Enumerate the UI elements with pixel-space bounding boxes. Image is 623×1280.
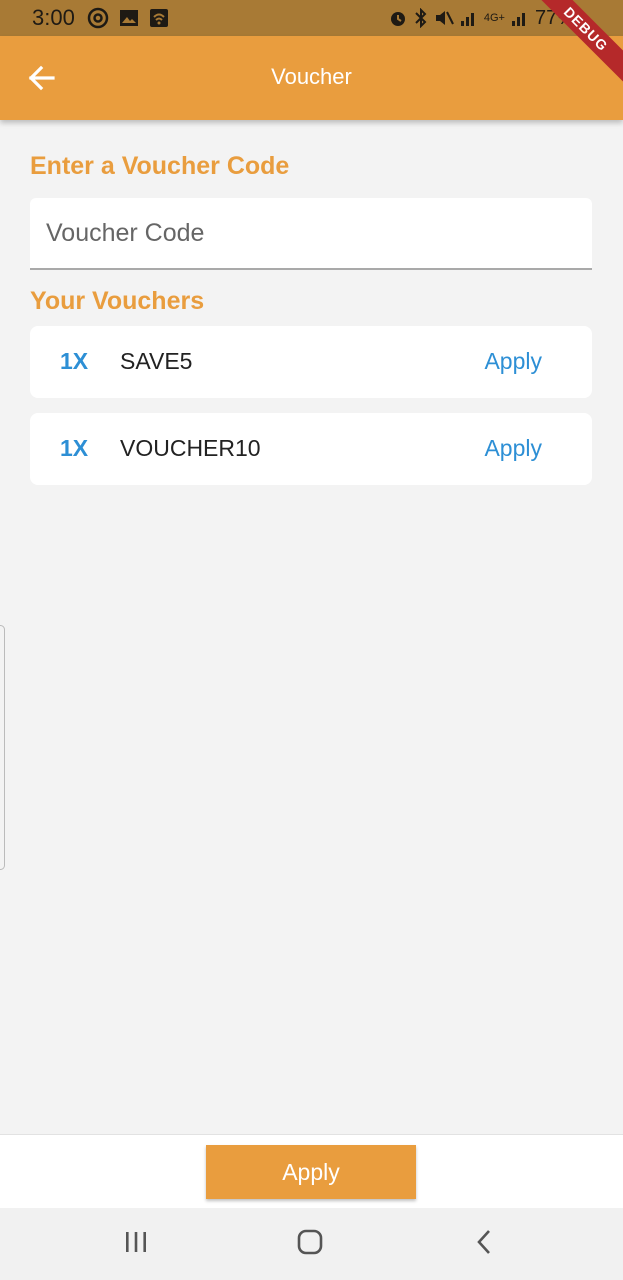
at-sign-icon [87,7,109,29]
voucher-code: SAVE5 [120,348,193,374]
alarm-icon [388,8,408,28]
voucher-apply-button[interactable]: Apply [484,435,542,462]
nav-back-button[interactable] [464,1226,504,1262]
gallery-icon [119,8,139,28]
voucher-card: 1X SAVE5 Apply [30,326,592,398]
page-title: Voucher [271,64,352,89]
status-left-icons [87,7,169,29]
mute-icon [434,8,454,28]
voucher-code: VOUCHER10 [120,435,261,461]
home-icon [296,1228,324,1261]
voucher-card: 1X VOUCHER10 Apply [30,413,592,485]
bottom-action-bar: Apply [0,1134,623,1209]
network-type-icon: 4G+ [483,12,505,24]
chevron-left-icon [474,1228,494,1261]
home-button[interactable] [290,1226,330,1262]
recents-icon [123,1230,149,1259]
enter-voucher-heading: Enter a Voucher Code [30,152,290,180]
signal-icon-2 [511,9,529,27]
system-nav-bar [0,1208,623,1280]
apply-button[interactable]: Apply [206,1145,416,1199]
signal-icon [460,9,478,27]
voucher-quantity: 1X [60,435,89,461]
edge-panel-handle[interactable] [0,625,5,870]
status-time: 3:00 [32,5,75,30]
voucher-apply-button[interactable]: Apply [484,348,542,375]
status-bar: 3:00 4G+ 77% [0,0,623,36]
voucher-quantity: 1X [60,348,89,374]
wifi-box-icon [149,8,169,28]
voucher-code-input[interactable] [30,198,592,270]
bluetooth-icon [414,8,428,28]
recents-button[interactable] [116,1226,156,1262]
app-bar: Voucher [0,36,623,120]
your-vouchers-heading: Your Vouchers [30,287,205,315]
